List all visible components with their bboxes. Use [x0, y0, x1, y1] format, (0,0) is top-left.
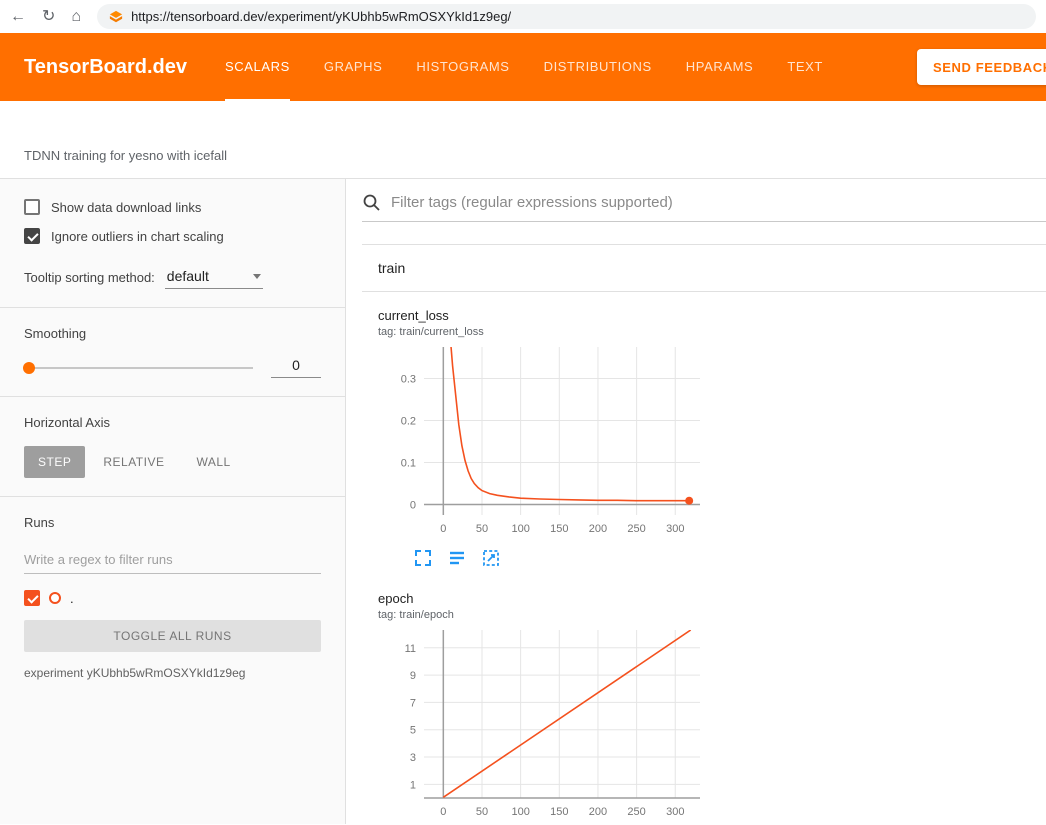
tab-distributions[interactable]: DISTRIBUTIONS [544, 33, 652, 101]
tooltip-sorting-value: default [167, 268, 209, 284]
axis-step-button[interactable]: STEP [24, 446, 85, 478]
runs-filter-input[interactable] [24, 548, 321, 574]
chart-title: current_loss [378, 308, 708, 323]
tooltip-sorting-row: Tooltip sorting method: default [24, 266, 321, 289]
train-section: train current_loss tag: train/current_lo… [362, 244, 1046, 825]
fit-domain-icon[interactable] [482, 549, 500, 567]
svg-text:3: 3 [410, 752, 416, 764]
tab-hparams[interactable]: HPARAMS [686, 33, 754, 101]
smoothing-control: 0 [24, 357, 321, 378]
app-header: TensorBoard.dev SCALARS GRAPHS HISTOGRAM… [0, 33, 1046, 101]
url-text: https://tensorboard.dev/experiment/yKUbh… [131, 9, 511, 24]
svg-text:250: 250 [627, 523, 645, 535]
svg-text:0: 0 [440, 806, 446, 818]
run-name: . [70, 591, 74, 606]
smoothing-slider[interactable] [24, 367, 253, 369]
checkbox-label: Ignore outliers in chart scaling [51, 229, 224, 244]
main-content: train current_loss tag: train/current_lo… [346, 179, 1046, 824]
svg-text:250: 250 [627, 806, 645, 818]
settings-sidebar: Show data download links Ignore outliers… [0, 179, 346, 824]
ignore-outliers-row[interactable]: Ignore outliers in chart scaling [24, 228, 321, 244]
tooltip-sorting-select[interactable]: default [165, 266, 263, 289]
tag-filter-input[interactable] [391, 194, 1046, 211]
experiment-note: experiment yKUbhb5wRmOSXYkId1z9eg [24, 666, 321, 680]
svg-text:200: 200 [589, 806, 607, 818]
smoothing-label: Smoothing [24, 326, 321, 341]
horizontal-axis-label: Horizontal Axis [24, 415, 321, 430]
svg-text:300: 300 [666, 806, 684, 818]
svg-text:0: 0 [410, 500, 416, 512]
content-area: Show data download links Ignore outliers… [0, 179, 1046, 824]
svg-text:7: 7 [410, 697, 416, 709]
smoothing-value-input[interactable]: 0 [271, 357, 321, 378]
divider [0, 496, 345, 497]
main-nav: SCALARS GRAPHS HISTOGRAMS DISTRIBUTIONS … [225, 33, 823, 101]
browser-toolbar: ← ↻ ⌂ https://tensorboard.dev/experiment… [0, 0, 1046, 33]
section-title: train [378, 260, 405, 276]
run-item[interactable]: . [24, 590, 321, 606]
checkbox-icon[interactable] [24, 199, 40, 215]
refresh-icon[interactable]: ↻ [42, 9, 55, 25]
svg-text:50: 50 [476, 523, 488, 535]
axis-relative-button[interactable]: RELATIVE [89, 446, 178, 478]
log-scale-icon[interactable] [448, 549, 466, 567]
show-download-links-row[interactable]: Show data download links [24, 199, 321, 215]
svg-text:150: 150 [550, 523, 568, 535]
chart-card-epoch: epoch tag: train/epoch 0 50 100 150 200 250 30… [378, 591, 708, 825]
section-header[interactable]: train [362, 245, 1046, 292]
chart-card-current-loss: current_loss tag: train/current_loss 0 50… [378, 308, 708, 567]
svg-text:0.3: 0.3 [401, 374, 416, 386]
run-color-icon [49, 592, 61, 604]
checkbox-label: Show data download links [51, 200, 201, 215]
svg-text:200: 200 [589, 523, 607, 535]
chart-toolbar [378, 549, 708, 567]
search-icon [362, 193, 381, 212]
divider [0, 396, 345, 397]
svg-text:11: 11 [405, 643, 416, 655]
line-chart[interactable]: 0 50 100 150 200 250 300 1 3 5 7 9 11 [378, 624, 708, 824]
chart-tag: tag: train/current_loss [378, 326, 708, 338]
chevron-down-icon [253, 274, 261, 279]
axis-wall-button[interactable]: WALL [182, 446, 244, 478]
svg-text:100: 100 [511, 523, 529, 535]
svg-text:0.2: 0.2 [401, 416, 416, 428]
svg-text:100: 100 [511, 806, 529, 818]
svg-text:300: 300 [666, 523, 684, 535]
svg-text:1: 1 [410, 779, 416, 791]
svg-text:5: 5 [410, 725, 416, 737]
app-logo[interactable]: TensorBoard.dev [24, 56, 187, 79]
experiment-title: TDNN training for yesno with icefall [24, 148, 227, 163]
tab-text[interactable]: TEXT [787, 33, 823, 101]
slider-thumb[interactable] [23, 362, 35, 374]
svg-text:0.1: 0.1 [401, 458, 416, 470]
runs-label: Runs [24, 515, 321, 530]
home-icon[interactable]: ⌂ [71, 9, 81, 25]
tab-scalars[interactable]: SCALARS [225, 33, 290, 101]
chart-tag: tag: train/epoch [378, 609, 708, 621]
horizontal-axis-toggle: STEP RELATIVE WALL [24, 446, 321, 478]
svg-text:9: 9 [410, 670, 416, 682]
tensorboard-favicon-icon [109, 10, 123, 24]
divider [0, 307, 345, 308]
svg-text:50: 50 [476, 806, 488, 818]
charts-grid: current_loss tag: train/current_loss 050… [362, 292, 1046, 825]
send-feedback-button[interactable]: SEND FEEDBACK [917, 49, 1046, 85]
toggle-all-runs-button[interactable]: TOGGLE ALL RUNS [24, 620, 321, 652]
line-chart[interactable]: 0 50 100 150 200 250 300 0 0.1 0.2 0.3 [378, 341, 708, 541]
tooltip-sorting-label: Tooltip sorting method: [24, 270, 155, 285]
svg-text:150: 150 [550, 806, 568, 818]
back-icon[interactable]: ← [10, 9, 26, 25]
address-bar[interactable]: https://tensorboard.dev/experiment/yKUbh… [97, 4, 1036, 29]
svg-text:0: 0 [440, 523, 446, 535]
fullscreen-icon[interactable] [414, 549, 432, 567]
chart-title: epoch [378, 591, 708, 606]
experiment-title-bar: TDNN training for yesno with icefall [0, 101, 1046, 179]
run-checkbox[interactable] [24, 590, 40, 606]
tag-filter [362, 193, 1046, 222]
tab-histograms[interactable]: HISTOGRAMS [416, 33, 509, 101]
tab-graphs[interactable]: GRAPHS [324, 33, 383, 101]
checkbox-icon[interactable] [24, 228, 40, 244]
